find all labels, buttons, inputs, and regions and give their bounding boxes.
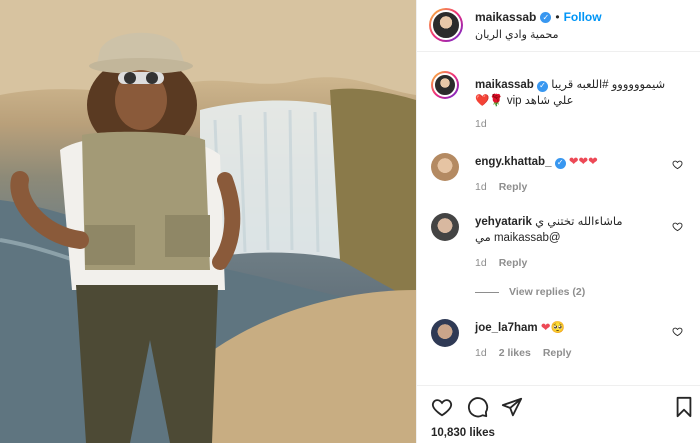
caption-meta: 1d — [475, 118, 487, 130]
comment-likes[interactable]: 2 likes — [499, 347, 531, 359]
caption-line-1: شيموووووو #اللعبه قريبا — [551, 79, 666, 91]
comment-body: ❤❤❤ — [568, 156, 598, 168]
post-actions: 10,830 likes — [417, 385, 700, 443]
author-username[interactable]: maikassab — [475, 10, 536, 24]
comment-text: yehyatarik ماشاءالله تختني ي @maikassab … — [475, 214, 675, 246]
bookmark-icon[interactable] — [673, 396, 695, 418]
replies-divider — [475, 291, 499, 293]
reply-button[interactable]: Reply — [499, 181, 528, 193]
comment-username[interactable]: engy.khattab_ — [475, 156, 551, 168]
comment-like-icon[interactable] — [672, 326, 683, 337]
post-side-panel: maikassab ✓ • Follow محمية وادي الريان m… — [416, 0, 700, 443]
comment-text: joe_la7ham ❤🥺 — [475, 320, 565, 336]
reply-button[interactable]: Reply — [499, 257, 528, 269]
comment-username[interactable]: joe_la7ham — [475, 322, 538, 334]
likes-count[interactable]: 10,830 likes — [431, 427, 495, 439]
comment-meta: 1d Reply — [475, 181, 527, 193]
caption-username[interactable]: maikassab — [475, 79, 534, 91]
view-replies-label[interactable]: View replies (2) — [509, 286, 585, 298]
caption-line-2: علي شاهد vip 🌹❤️ — [475, 95, 574, 107]
share-icon[interactable] — [501, 396, 523, 418]
comment-meta: 1d Reply — [475, 257, 527, 269]
comment-avatar[interactable] — [431, 213, 459, 241]
post-location[interactable]: محمية وادي الريان — [475, 28, 559, 41]
comment-body: ماشاءالله تختني ي — [535, 216, 623, 228]
verified-badge-icon: ✓ — [540, 11, 552, 23]
comment-avatar[interactable] — [431, 319, 459, 347]
comment-meta: 1d 2 likes Reply — [475, 347, 571, 359]
comment-avatar[interactable] — [431, 153, 459, 181]
caption-time[interactable]: 1d — [475, 118, 487, 130]
separator-dot: • — [555, 10, 560, 24]
author-avatar[interactable] — [429, 8, 463, 42]
verified-badge-icon: ✓ — [537, 80, 549, 92]
post-header: maikassab ✓ • Follow محمية وادي الريان — [417, 0, 700, 52]
comment-icon[interactable] — [467, 396, 489, 418]
comment-like-icon[interactable] — [672, 221, 683, 232]
comments-list[interactable]: maikassab ✓ شيموووووو #اللعبه قريبا علي … — [417, 53, 700, 383]
follow-button[interactable]: Follow — [564, 10, 602, 24]
view-replies-button[interactable]: View replies (2) — [475, 286, 585, 298]
post-photo-illustration — [0, 0, 416, 443]
comment-text: engy.khattab_ ✓ ❤❤❤ — [475, 154, 598, 170]
comment-time[interactable]: 1d — [475, 257, 487, 269]
comment-body: ❤🥺 — [540, 322, 565, 334]
author-line: maikassab ✓ • Follow — [475, 10, 602, 24]
heart-icon[interactable] — [431, 396, 453, 418]
verified-badge-icon: ✓ — [554, 157, 566, 169]
comment-time[interactable]: 1d — [475, 347, 487, 359]
caption-avatar[interactable] — [431, 71, 459, 99]
comment-mention[interactable]: @maikassab مي — [475, 232, 561, 244]
comment-username[interactable]: yehyatarik — [475, 216, 532, 228]
caption-text: maikassab ✓ شيموووووو #اللعبه قريبا علي … — [475, 77, 685, 109]
reply-button[interactable]: Reply — [543, 347, 572, 359]
post-photo[interactable] — [0, 0, 416, 443]
comment-like-icon[interactable] — [672, 159, 683, 170]
comment-time[interactable]: 1d — [475, 181, 487, 193]
